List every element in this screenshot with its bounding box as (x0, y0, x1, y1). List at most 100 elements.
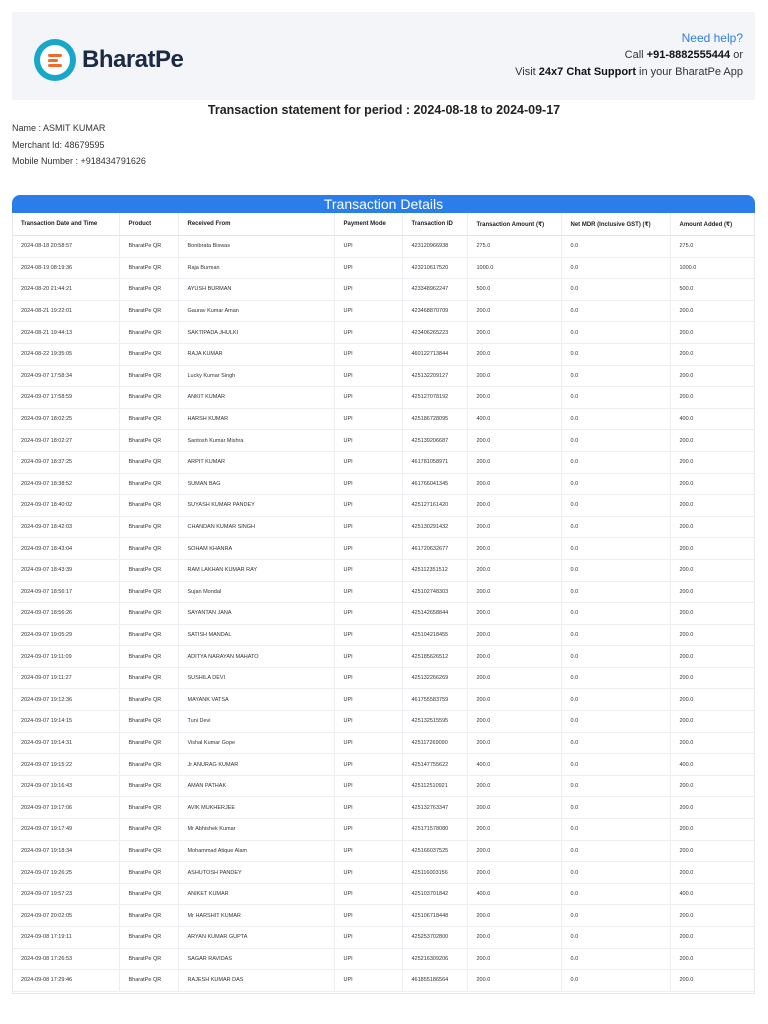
table-cell: RAM LAKHAN KUMAR RAY (177, 559, 334, 582)
page-header: BharatPe Need help? Call +91-8882555444 … (12, 12, 755, 100)
table-cell: 2024-09-07 19:11:27 (12, 667, 119, 690)
table-cell: UPI (333, 321, 402, 344)
table-cell: UPI (333, 386, 402, 409)
table-row: 2024-09-07 18:37:25 BharatPe QR ARPIT KUMA… (12, 451, 755, 474)
table-cell: BharatPe QR (118, 818, 178, 841)
table-cell: 2024-09-08 17:19:11 (12, 926, 119, 949)
table-cell: BharatPe QR (118, 321, 178, 344)
table-cell: 0.0 (560, 429, 670, 452)
table-cell: 2024-09-07 18:37:25 (12, 451, 119, 474)
table-cell: 200.0 (669, 948, 755, 971)
table-cell: UPI (333, 602, 402, 625)
table-cell: 400.0 (466, 408, 561, 431)
table-cell: 200.0 (669, 321, 755, 344)
table-cell: 0.0 (560, 408, 670, 431)
table-cell: 461720632677 (401, 537, 467, 560)
table-row: 2024-09-08 17:19:11 BharatPe QR ARYAN KUMA… (12, 926, 755, 949)
column-header: Transaction Amount (₹) (466, 213, 561, 236)
table-cell: 0.0 (560, 775, 670, 798)
table-row: 2024-08-21 19:22:01 BharatPe QR Gaurav Kum… (12, 300, 755, 323)
table-row: 2024-09-07 18:40:02 BharatPe QR SUYASH KUM… (12, 494, 755, 517)
call-line: Call +91-8882555444 or (624, 49, 743, 61)
table-cell: 425253702800 (401, 926, 467, 949)
table-cell: SOHAM KHANRA (177, 537, 334, 560)
table-cell: SUMAN BAG (177, 473, 334, 496)
table-cell: 0.0 (560, 494, 670, 517)
table-cell: 461766041345 (401, 473, 467, 496)
table-cell: 1000.0 (669, 257, 755, 280)
table-cell: 2024-08-22 19:35:05 (12, 343, 119, 366)
table-cell: 2024-09-07 18:56:17 (12, 581, 119, 604)
table-cell: 400.0 (669, 753, 755, 776)
table-cell: BharatPe QR (118, 645, 178, 668)
table-cell: Tuni Devi (177, 710, 334, 733)
table-cell: 200.0 (466, 473, 561, 496)
table-cell: 200.0 (466, 300, 561, 323)
table-cell: 0.0 (560, 796, 670, 820)
table-cell: 200.0 (466, 926, 561, 949)
table-cell: UPI (333, 688, 402, 712)
table-cell: 200.0 (669, 429, 755, 452)
table-cell: BharatPe QR (118, 235, 178, 258)
table-row: 2024-09-07 19:14:31 BharatPe QR Vishal Kum… (12, 732, 755, 755)
table-cell: UPI (333, 710, 402, 733)
table-cell: 0.0 (560, 904, 670, 927)
table-cell: BharatPe QR (118, 948, 178, 971)
table-cell: UPI (333, 948, 402, 971)
table-cell: 425216309206 (401, 948, 467, 971)
table-cell: 423468870709 (401, 300, 467, 323)
table-cell: 2024-09-07 19:15:22 (12, 753, 119, 776)
table-cell: UPI (333, 408, 402, 431)
table-cell: 200.0 (669, 775, 755, 798)
table-cell: BharatPe QR (118, 559, 178, 582)
table-cell: 0.0 (560, 948, 670, 971)
table-cell: ARPIT KUMAR (177, 451, 334, 474)
table-cell: 425186728095 (401, 408, 467, 431)
table-cell: 2024-09-07 18:38:52 (12, 473, 119, 496)
table-cell: BharatPe QR (118, 365, 178, 388)
table-cell: Santosh Kumar Mishra (177, 429, 334, 452)
table-cell: 2024-09-07 19:57:23 (12, 883, 119, 906)
table-cell: BharatPe QR (118, 278, 178, 301)
table-cell: 425102748303 (401, 581, 467, 604)
table-cell: BharatPe QR (118, 840, 178, 863)
table-cell: 400.0 (466, 883, 561, 906)
table-cell: 2024-09-07 17:58:59 (12, 386, 119, 409)
table-cell: 200.0 (669, 926, 755, 949)
table-cell: BharatPe QR (118, 926, 178, 949)
table-cell: 0.0 (560, 861, 670, 884)
table-cell: 200.0 (466, 494, 561, 517)
support-phone[interactable]: +91-8882555444 (647, 49, 731, 61)
table-cell: Jr ANURAG KUMAR (177, 753, 334, 776)
table-cell: 200.0 (466, 451, 561, 474)
table-cell: UPI (333, 840, 402, 863)
table-cell: 2024-09-07 19:14:31 (12, 732, 119, 755)
table-cell: 0.0 (560, 300, 670, 323)
chat-line: Visit 24x7 Chat Support in your BharatPe… (515, 66, 743, 78)
table-cell: 2024-09-07 18:02:27 (12, 429, 119, 452)
table-cell: RAJESH KUMAR DAS (177, 969, 334, 992)
table-row: 2024-09-08 17:26:53 BharatPe QR SAGAR RAVI… (12, 948, 755, 971)
table-cell: 200.0 (466, 796, 561, 820)
help-link[interactable]: Need help? (515, 30, 743, 47)
column-header: Received From (177, 213, 334, 236)
table-cell: Sujan Mondal (177, 581, 334, 604)
table-cell: Mr Abhishek Kumar (177, 818, 334, 841)
table-cell: 200.0 (669, 451, 755, 474)
table-cell: Bonibrata Biswas (177, 235, 334, 258)
table-cell: 0.0 (560, 818, 670, 841)
table-cell: 200.0 (669, 645, 755, 668)
table-cell: BharatPe QR (118, 300, 178, 323)
table-row: 2024-09-07 18:38:52 BharatPe QR SUMAN BAG U… (12, 473, 755, 496)
table-cell: 2024-09-07 19:05:29 (12, 624, 119, 647)
table-cell: 200.0 (669, 602, 755, 625)
table-cell: 0.0 (560, 451, 670, 474)
table-cell: 0.0 (560, 602, 670, 625)
table-row: 2024-09-07 19:05:29 BharatPe QR SATISH MAN… (12, 624, 755, 647)
table-cell: 200.0 (466, 645, 561, 668)
bharatpe-logo-icon (34, 39, 76, 81)
table-cell: 500.0 (669, 278, 755, 301)
column-header: Product (118, 213, 178, 236)
table-row: 2024-09-07 19:18:34 BharatPe QR Mohammad A… (12, 840, 755, 863)
table-cell: 2024-09-08 17:26:53 (12, 948, 119, 971)
